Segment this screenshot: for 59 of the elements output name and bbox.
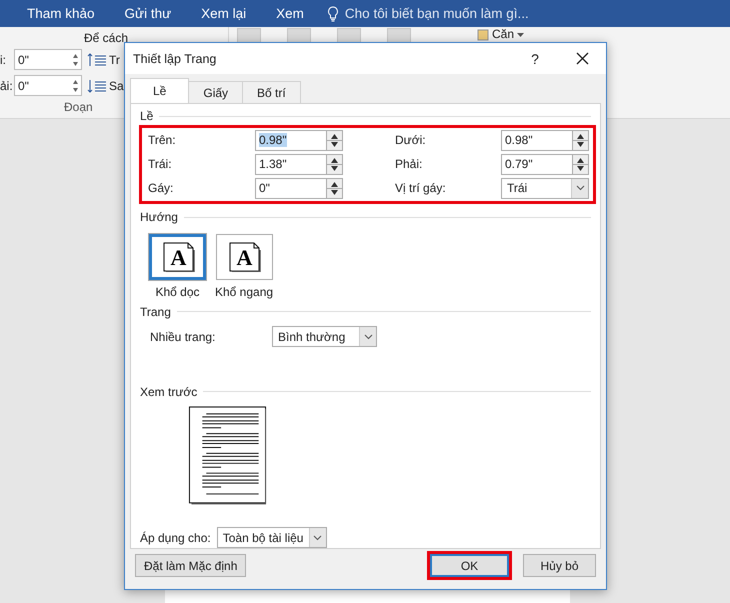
ribbon-tab[interactable]: Tham khảo: [12, 6, 110, 21]
field-label: Trên:: [148, 132, 177, 150]
orientation-label: Khổ dọc: [155, 284, 200, 299]
align-button[interactable]: Căn: [477, 28, 524, 41]
close-icon: [576, 52, 588, 65]
group-title: Để cách: [84, 31, 128, 45]
caret-icon: [517, 32, 524, 36]
dropdown[interactable]: Toàn bộ tài liệu: [216, 527, 327, 548]
spacing-button[interactable]: Tr: [87, 52, 120, 66]
spinner-button[interactable]: [573, 154, 589, 175]
field-label: Dưới:: [395, 132, 427, 150]
dialog-button[interactable]: Đặt làm Mặc định: [135, 554, 246, 577]
field-label: Trái:: [148, 156, 173, 174]
ribbon-tab[interactable]: Xem lại: [186, 6, 262, 21]
input-field[interactable]: 0": [14, 75, 82, 96]
spin-arrows-icon: [72, 53, 79, 67]
spacing-button[interactable]: Sa: [87, 78, 124, 92]
orientation-label: Khổ ngang: [215, 284, 274, 299]
dialog-button[interactable]: OK: [430, 554, 509, 577]
ribbon-tab[interactable]: Gửi thư: [110, 6, 186, 21]
section-label: Trang: [140, 304, 171, 319]
tab[interactable]: Bố trí: [242, 81, 301, 103]
spinner-button[interactable]: [327, 130, 343, 151]
dialog-button[interactable]: Hủy bỏ: [523, 554, 596, 577]
field-label: Gáy:: [148, 180, 174, 198]
spinner-button[interactable]: [573, 130, 589, 151]
lightbulb-icon: [326, 6, 339, 22]
dropdown[interactable]: Bình thường: [272, 326, 377, 348]
orientation-button[interactable]: A: [149, 234, 206, 280]
field-label: Phải:: [395, 156, 424, 174]
orientation-button[interactable]: A: [216, 234, 273, 280]
input-field[interactable]: 0": [255, 178, 327, 199]
field-label: Áp dụng cho:: [140, 530, 211, 544]
tell-me-field[interactable]: Cho tôi biết bạn muốn làm gì...: [344, 6, 529, 21]
align-icon: [477, 28, 489, 40]
caret-icon: [576, 185, 584, 192]
field-label: ải:: [0, 78, 14, 92]
input-field[interactable]: 0.98": [255, 130, 327, 151]
dialog-title: Thiết lập Trang: [133, 52, 218, 66]
section-label: Lề: [140, 109, 154, 124]
spinner-button[interactable]: [327, 154, 343, 175]
input-field[interactable]: 1.38": [255, 154, 327, 175]
dropdown[interactable]: Trái: [501, 178, 589, 199]
tab[interactable]: Lề: [130, 78, 190, 103]
input-field[interactable]: 0": [14, 49, 82, 70]
input-field[interactable]: 0.79": [501, 154, 573, 175]
input-field[interactable]: 0.98": [501, 130, 573, 151]
section-label: Xem trước: [140, 384, 198, 399]
field-label: i:: [0, 52, 7, 66]
ribbon-tab[interactable]: Xem: [261, 6, 319, 21]
spin-arrows-icon: [72, 79, 79, 93]
field-label: Nhiều trang:: [150, 330, 216, 344]
section-label: Hướng: [140, 210, 178, 224]
group-label: Đoạn: [64, 100, 93, 114]
caret-icon: [364, 334, 372, 340]
field-label: Vị trí gáy:: [395, 180, 447, 198]
caret-icon: [313, 534, 322, 540]
help-button[interactable]: ?: [520, 50, 550, 66]
spinner-button[interactable]: [327, 178, 343, 199]
